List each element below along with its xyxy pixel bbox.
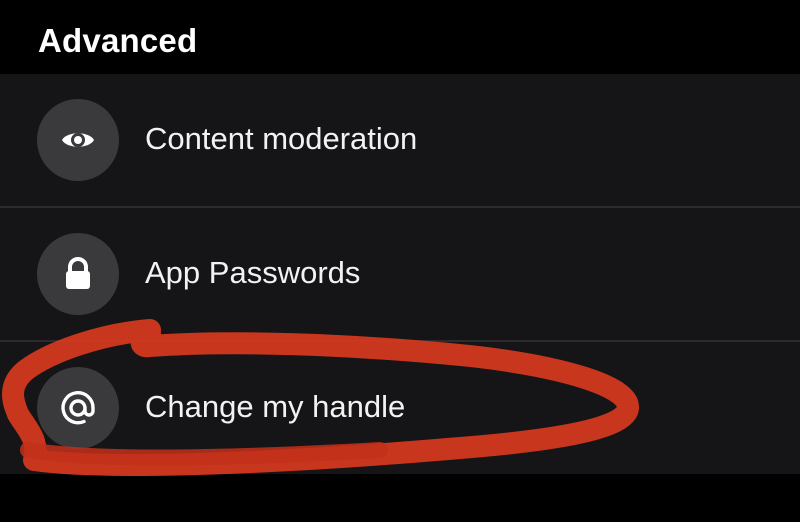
content-moderation-label: Content moderation xyxy=(145,121,418,156)
change-handle-row[interactable]: Change my handle xyxy=(0,342,800,474)
section-title: Advanced xyxy=(38,22,198,59)
icon-container xyxy=(37,367,119,449)
section-header: Advanced xyxy=(0,0,800,74)
app-passwords-label: App Passwords xyxy=(145,255,361,290)
bottom-background xyxy=(0,474,800,522)
change-handle-label: Change my handle xyxy=(145,389,406,424)
settings-list: Content moderation App Passwords Change … xyxy=(0,74,800,474)
at-icon xyxy=(61,391,95,425)
icon-container xyxy=(37,99,119,181)
lock-icon xyxy=(66,257,90,289)
eye-icon xyxy=(62,133,94,147)
app-passwords-row[interactable]: App Passwords xyxy=(0,208,800,340)
icon-container xyxy=(37,233,119,315)
content-moderation-row[interactable]: Content moderation xyxy=(0,74,800,206)
